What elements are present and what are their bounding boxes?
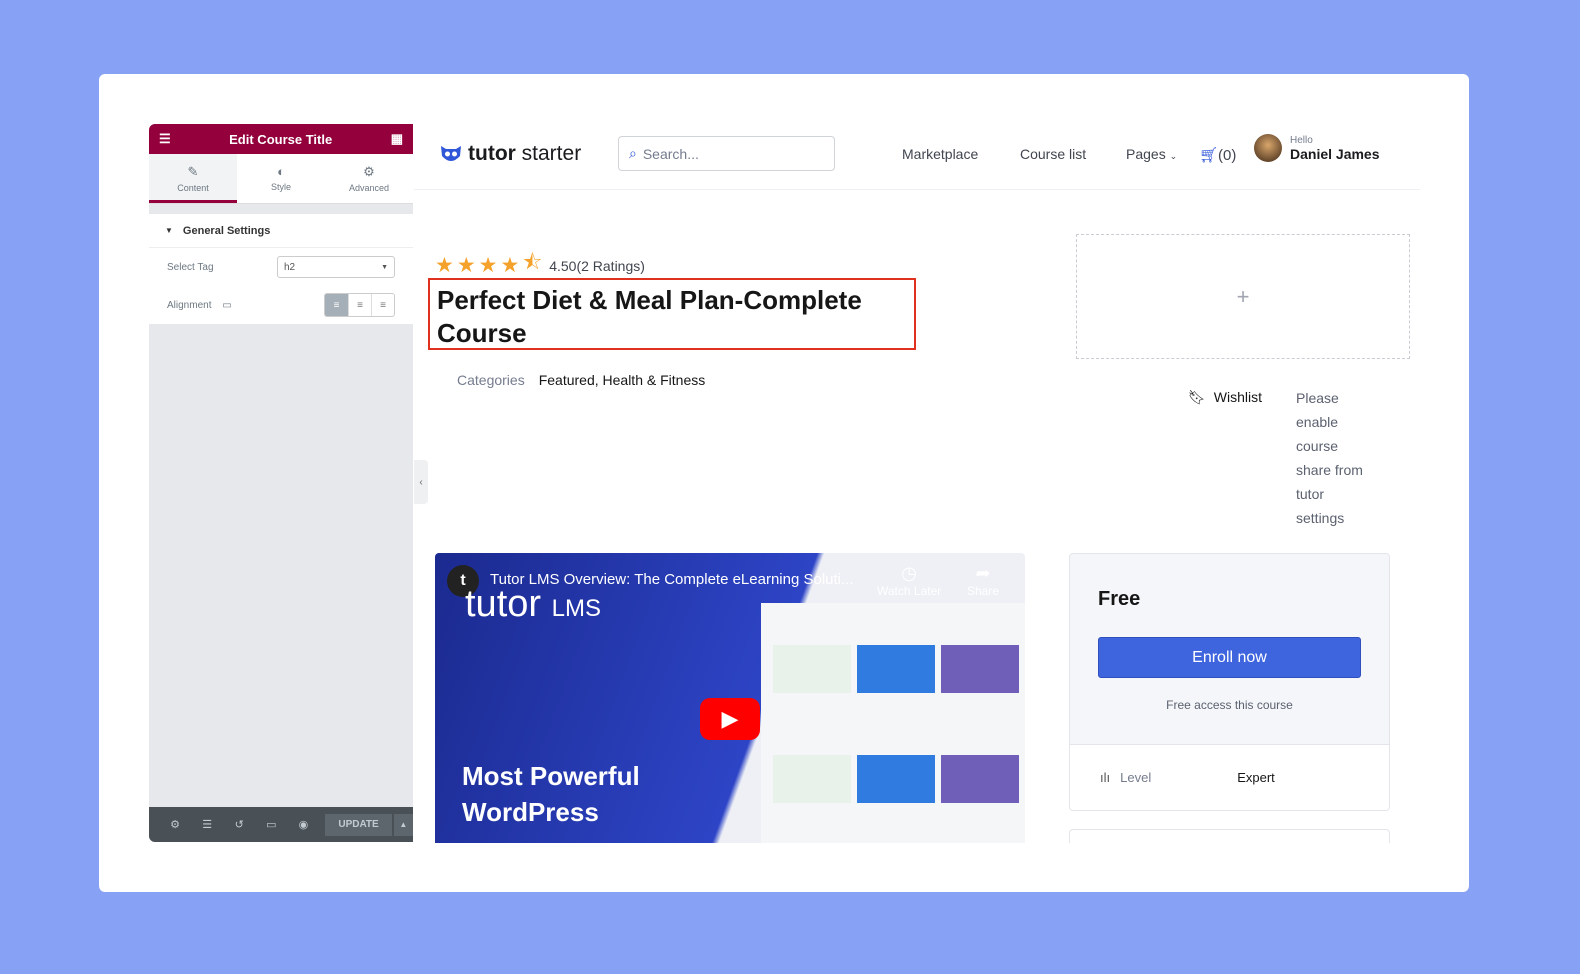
share-button[interactable]: ➦ Share [967,563,999,598]
star-icon: ★ [478,254,498,277]
access-note: Free access this course [1166,698,1293,712]
collapse-panel-button[interactable]: ‹ [414,460,428,504]
thumbnail [773,645,851,693]
desktop-icon[interactable]: ▭ [222,300,231,311]
thumbnail [941,755,1019,803]
select-tag-dropdown[interactable]: h2 ▼ [277,256,395,278]
user-name: Daniel James [1290,145,1380,162]
search-input[interactable]: ⌕ Search... [618,136,835,171]
star-icon: ★ [435,254,454,277]
caret-down-icon: ▼ [165,226,173,235]
tab-content[interactable]: ✎ Content [149,154,237,203]
share-arrow-icon: ➦ [975,563,991,583]
editor-header: ☰ Edit Course Title ▦ [149,124,413,154]
next-card [1069,829,1390,843]
level-value: Expert [1237,770,1275,785]
nav-pages-label: Pages [1126,146,1166,162]
editor-title: Edit Course Title [229,131,333,147]
header-divider [414,189,1420,190]
video-headline: Most Powerful WordPress [462,761,640,827]
tab-label: Advanced [348,183,390,193]
hamburger-icon[interactable]: ☰ [159,131,171,147]
owl-logo-icon [441,146,461,161]
cart-button[interactable]: 🛒︎(0) [1199,146,1236,164]
gear-icon: ⚙ [363,164,375,179]
wishlist-label: Wishlist [1213,389,1263,405]
nav-pages[interactable]: Pages ⌄ [1126,146,1177,162]
price: Free [1098,588,1141,610]
alignment-label: Alignment [167,299,212,311]
editor-panel: ☰ Edit Course Title ▦ ✎ Content ◐ Style ⚙ A… [149,124,413,842]
hello-text: Hello [1290,134,1313,146]
level-bars-icon: ılı [1100,770,1111,785]
brand-light: starter [521,142,582,165]
grid-icon[interactable]: ▦ [391,131,403,147]
video-brand-suffix: LMS [551,595,601,622]
align-right-button[interactable]: ≡ [371,294,394,316]
select-tag-label: Select Tag [167,261,214,273]
user-menu[interactable]: Hello Daniel James [1254,134,1380,162]
select-tag-value: h2 [284,261,296,273]
categories: Categories Featured, Health & Fitness [457,372,705,388]
video-brand: tutor LMS [465,583,601,626]
categories-label: Categories [457,372,525,388]
rating-text: 4.50(2 Ratings) [549,257,645,274]
history-icon[interactable]: ↺ [223,818,255,831]
course-title[interactable]: Perfect Diet & Meal Plan-Complete Course [428,278,916,350]
share-note: Please enable course share from tutor se… [1296,390,1363,526]
level-row: ılı Level Expert [1070,744,1389,810]
align-center-button[interactable]: ≡ [348,294,371,316]
level-label: Level [1120,770,1152,785]
share-label: Share [967,584,1000,598]
responsive-icon[interactable]: ▭ [255,818,287,831]
tab-label: Content [177,183,209,193]
avatar [1254,134,1282,162]
cart-count: (0) [1218,147,1237,164]
star-icon: ★ [456,254,476,277]
clock-icon: ◷ [901,563,917,583]
preview-eye-icon[interactable]: ◉ [287,818,319,831]
enroll-now-button[interactable]: Enroll now [1098,637,1361,678]
cart-icon: 🛒︎ [1199,147,1219,164]
add-widget-placeholder[interactable]: + [1076,234,1410,359]
video-screenshot [761,603,1025,843]
thumbnail [773,755,851,803]
play-button[interactable]: ▶ [700,698,760,740]
editor-footer: ⚙ ☰ ↺ ▭ ◉ UPDATE ▲ [149,807,413,842]
layers-icon[interactable]: ☰ [191,818,223,831]
thumbnail [857,755,935,803]
site-logo[interactable]: tutor starter [440,142,581,166]
video-player[interactable]: t Tutor LMS Overview: The Complete eLear… [435,553,1025,843]
pricing-card: Free Enroll now Free access this course … [1069,553,1390,811]
video-brand-name: tutor [465,583,542,625]
tab-advanced[interactable]: ⚙ Advanced [325,154,413,203]
categories-value[interactable]: Featured, Health & Fitness [539,372,706,388]
update-button[interactable]: UPDATE [325,813,392,836]
watch-later-label: Watch Later [877,584,942,598]
align-left-button[interactable]: ≡ [325,294,348,316]
thumbnail [857,645,935,693]
thumbnail [941,645,1019,693]
bookmark-icon: 🔖︎ [1188,389,1206,405]
chevron-down-icon: ⌄ [1169,151,1178,161]
contrast-icon: ◐ [277,164,285,179]
general-settings-toggle[interactable]: ▼ General Settings [149,214,413,248]
watch-later-button[interactable]: ◷ Watch Later [877,563,941,598]
chevron-down-icon: ▼ [381,263,388,271]
update-options-caret-icon[interactable]: ▲ [393,813,413,836]
wishlist-button[interactable]: 🔖︎ Wishlist [1188,389,1262,406]
tab-label: Style [270,182,291,192]
search-icon: ⌕ [629,145,637,161]
nav-marketplace[interactable]: Marketplace [902,146,978,162]
brand-bold: tutor [468,142,516,165]
pencil-icon: ✎ [187,164,199,179]
search-placeholder: Search... [642,145,699,162]
tab-style[interactable]: ◐ Style [237,154,325,203]
star-icon: ★ [500,254,520,277]
section-title: General Settings [182,224,271,237]
nav-course-list[interactable]: Course list [1020,146,1086,162]
settings-icon[interactable]: ⚙ [159,818,191,831]
